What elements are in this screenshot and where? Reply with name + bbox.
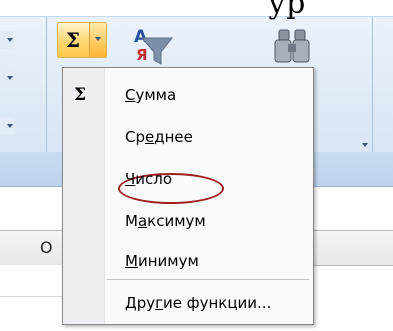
menu-item-count[interactable]: Число xyxy=(63,160,313,198)
column-header-bar: O xyxy=(0,230,62,266)
page-title-fragment: ур xyxy=(268,0,306,21)
sort-filter-icon[interactable]: A Я xyxy=(128,24,178,70)
ribbon-left-button-1[interactable] xyxy=(0,31,14,49)
menu-item-label: Другие функции... xyxy=(125,294,272,312)
chevron-down-icon xyxy=(95,37,101,41)
sort-letter-ya: Я xyxy=(136,46,148,64)
autosum-dropdown-button[interactable] xyxy=(89,23,106,57)
menu-item-sum[interactable]: Σ Сумма xyxy=(63,76,313,114)
menu-item-more-functions[interactable]: Другие функции... xyxy=(63,284,313,322)
sigma-icon: Σ xyxy=(74,85,87,105)
column-header-bar-right xyxy=(314,230,393,266)
menu-item-label: Среднее xyxy=(125,128,193,146)
binoculars-top-right xyxy=(294,29,306,41)
menu-item-label: Сумма xyxy=(125,86,177,104)
sigma-icon[interactable]: Σ xyxy=(58,23,88,57)
ribbon-left-button-3[interactable] xyxy=(0,117,14,135)
autosum-dropdown-menu: Σ Сумма Среднее Число Максимум Минимум Д… xyxy=(62,67,314,325)
binoculars-top-left xyxy=(278,29,290,41)
menu-item-average[interactable]: Среднее xyxy=(63,118,313,204)
chevron-down-icon xyxy=(7,76,13,80)
sort-letter-a: A xyxy=(134,27,148,47)
chevron-down-icon xyxy=(7,124,13,128)
ribbon-separator xyxy=(372,17,373,167)
ribbon-separator xyxy=(46,17,47,167)
ribbon-left-button-2[interactable] xyxy=(0,69,14,87)
menu-item-label: Максимум xyxy=(125,212,206,230)
column-header-o[interactable]: O xyxy=(40,231,53,265)
excel-screenshot: ур Σ A Я O Σ Сумма Среднее Число Максиму… xyxy=(0,0,393,331)
worksheet-cells[interactable] xyxy=(0,265,62,331)
menu-item-label: Минимум xyxy=(125,252,199,270)
menu-item-label: Число xyxy=(125,170,173,188)
chevron-down-icon xyxy=(362,143,368,147)
chevron-down-icon xyxy=(7,38,13,42)
binoculars-bridge xyxy=(288,44,296,52)
autosum-split-button[interactable]: Σ xyxy=(57,22,107,58)
binoculars-icon[interactable] xyxy=(270,24,320,70)
menu-separator xyxy=(107,279,309,280)
menu-item-max[interactable]: Максимум xyxy=(63,202,313,240)
row-divider xyxy=(0,296,62,297)
menu-item-min[interactable]: Минимум xyxy=(63,242,313,280)
